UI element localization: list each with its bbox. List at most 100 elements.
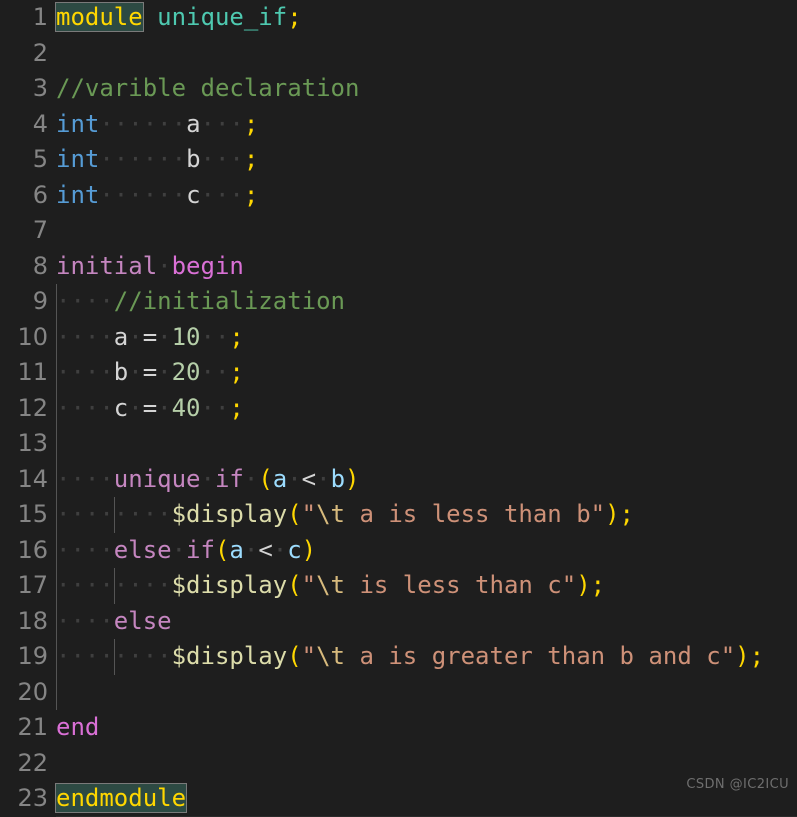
token-operator-lt: < [301,464,317,493]
code-line[interactable]: 18 ····else [0,603,797,640]
line-content: ····else [56,604,172,640]
token-whitespace: ··· [200,180,244,209]
token-whitespace: · [128,358,143,387]
code-line[interactable]: 9 ····//initialization [0,284,797,320]
token-keyword-if: if [214,464,244,493]
line-number: 15 [17,500,48,529]
line-number: 16 [17,535,48,564]
token-indent: ···· [56,393,114,422]
token-whitespace: · [200,464,215,493]
token-whitespace: · [272,535,288,564]
line-number: 23 [17,784,48,813]
token-keyword-module[interactable]: module [55,2,144,32]
code-line[interactable]: 14 ····unique·if·(a·<·b) [0,461,797,498]
code-editor[interactable]: 1 module unique_if; 2 3 //varible declar… [0,0,797,817]
code-line[interactable]: 13 [0,426,797,462]
token-indent: ···· [56,606,114,635]
code-line[interactable]: 17 ········$display("\t is less than c")… [0,568,797,604]
code-line[interactable]: 23 endmodule [0,781,797,817]
line-number: 9 [32,287,48,316]
token-keyword-endmodule[interactable]: endmodule [54,783,188,814]
code-line[interactable]: 3 //varible declaration [0,71,797,107]
token-whitespace: ······ [99,145,187,174]
code-line[interactable]: 11 ····b·=·20··; [0,355,797,391]
token-variable: c [113,393,129,422]
line-content: end [56,710,99,746]
token-keyword-else: else [113,606,172,635]
token-quote-close: " [590,500,606,529]
code-line[interactable]: 6 int······c···; [0,178,797,214]
token-indent: ········ [56,642,172,671]
line-number: 13 [17,429,48,458]
token-paren-open: ( [287,500,302,529]
token-indent: ···· [56,322,114,351]
line-content: int······c···; [56,178,258,214]
token-semicolon: ; [243,145,259,174]
token-function-display: $display [171,500,288,529]
line-content: ········$display("\t is less than c"); [56,568,605,604]
token-paren-open: ( [287,642,302,671]
code-line[interactable]: 2 [0,36,797,72]
code-line[interactable]: 4 int······a···; [0,107,797,143]
token-keyword-unique: unique [113,464,201,493]
code-line[interactable]: 7 [0,213,797,249]
token-operator-lt: < [258,535,273,564]
code-line[interactable]: 19 ········$display("\t a is greater tha… [0,639,797,675]
token-module-name: unique_if [157,3,288,31]
line-content: ····a·=·10··; [56,320,244,356]
line-number: 14 [17,464,48,493]
line-number: 8 [32,251,48,280]
code-line[interactable]: 12 ····c·=·40··; [0,390,797,427]
token-semicolon: ; [243,109,259,138]
token-semicolon: ; [749,642,765,671]
token-whitespace: ······ [99,180,187,209]
token-whitespace: · [171,535,187,564]
token-comment: //varible declaration [56,74,360,103]
code-line[interactable]: 8 initial·begin [0,249,797,285]
token-whitespace: ··· [200,145,244,174]
code-line[interactable]: 10 ····a·=·10··; [0,319,797,356]
code-line[interactable]: 22 [0,746,797,782]
token-variable: c [287,535,302,564]
line-number: 4 [32,109,48,138]
line-content: int······b···; [56,142,258,178]
token-whitespace: ·· [200,393,230,422]
line-content: ········$display("\t a is less than b"); [56,497,634,533]
token-paren-close: ) [735,642,750,671]
line-content: endmodule [54,781,188,817]
indent-guide [56,674,57,711]
line-content: module unique_if; [55,0,302,36]
code-line[interactable]: 15 ········$display("\t a is less than b… [0,497,797,533]
code-line[interactable]: 21 end [0,710,797,746]
line-content: ····c·=·40··; [56,391,244,427]
token-whitespace: · [316,464,331,493]
token-string-body: a is less than b [345,500,591,529]
token-whitespace: ·· [200,322,230,351]
token-whitespace: · [157,251,172,280]
token-escape-sequence: \t [316,642,345,671]
token-whitespace: · [243,464,259,493]
code-line[interactable]: 5 int······b···; [0,142,797,178]
line-content: initial·begin [56,249,244,285]
token-variable: a [229,535,244,564]
token-type: int [56,145,100,174]
line-number: 18 [17,606,48,635]
token-whitespace: · [243,535,259,564]
code-line[interactable]: 20 [0,674,797,711]
line-content: //varible declaration [56,71,359,107]
token-paren-open: ( [287,571,302,600]
token-type: int [56,109,100,138]
line-number: 22 [17,748,48,777]
token-whitespace: ······ [99,109,187,138]
line-number: 2 [32,38,48,67]
code-line[interactable]: 16 ····else·if(a·<·c) [0,532,797,569]
token-semicolon: ; [229,358,244,387]
token-variable: a [113,322,129,351]
token-whitespace: ·· [200,358,230,387]
token-semicolon: ; [229,393,244,422]
code-line[interactable]: 1 module unique_if; [0,0,797,36]
token-semicolon: ; [619,500,634,529]
token-number: 10 [171,322,201,351]
token-quote-open: " [301,642,317,671]
line-number: 7 [32,216,48,245]
